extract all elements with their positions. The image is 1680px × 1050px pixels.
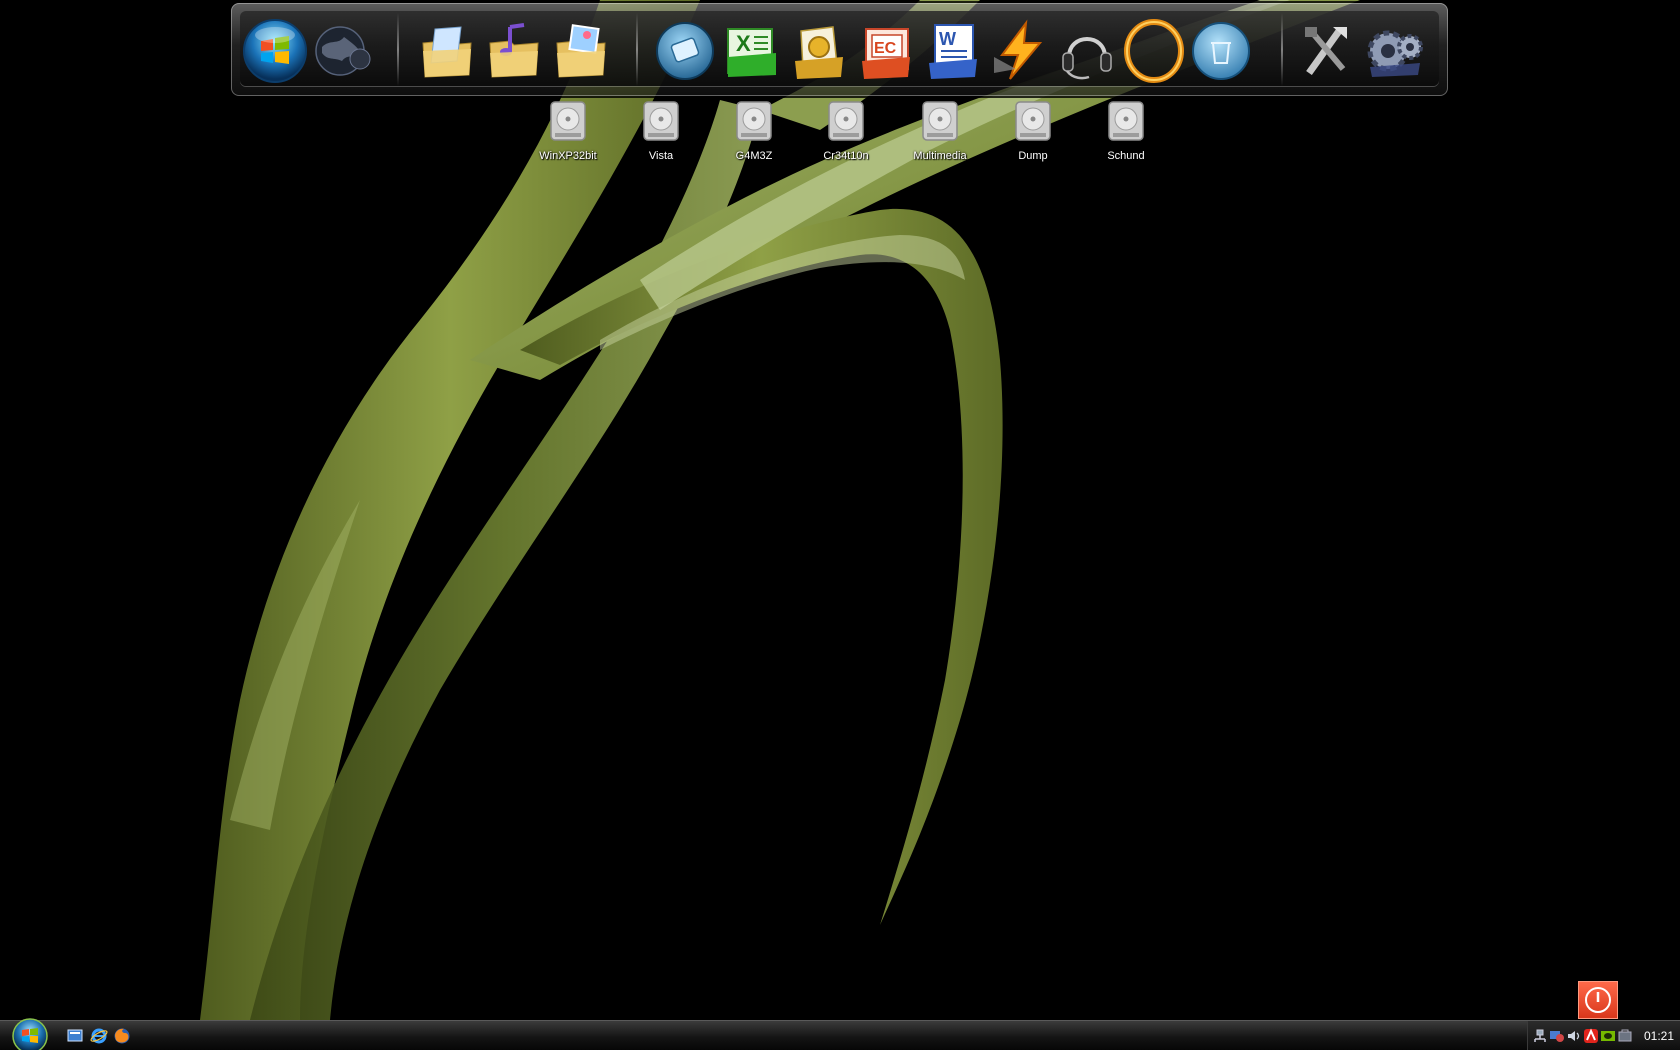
powerpoint-icon: EC	[862, 28, 910, 79]
drive-icon-schund[interactable]: Schund	[1081, 100, 1171, 170]
winamp-dock-item[interactable]	[986, 17, 1054, 85]
drive-label: Cr34t10n	[823, 150, 869, 162]
taskbar: 01:21	[0, 1017, 1680, 1050]
quick-launch-show-desktop[interactable]	[66, 1027, 84, 1045]
hard-drive-icon	[736, 101, 772, 141]
drive-label: WinXP32bit	[539, 150, 597, 162]
safely-remove-icon	[1618, 1029, 1632, 1042]
tray-messenger[interactable]	[1549, 1028, 1565, 1044]
svg-text:W: W	[939, 29, 956, 49]
power-icon	[1585, 987, 1611, 1013]
windows-orb-icon	[243, 19, 307, 83]
drive-label: Vista	[648, 150, 674, 162]
word-dock-item[interactable]: W	[919, 17, 987, 85]
internet-explorer-icon	[90, 1028, 108, 1044]
shutdown-button[interactable]	[1578, 981, 1618, 1019]
tray-safely-remove[interactable]	[1617, 1028, 1633, 1044]
drive-label: Schund	[1107, 150, 1145, 162]
hard-drive-icon	[643, 101, 679, 141]
word-icon: W	[929, 24, 977, 79]
pictures-folder-icon	[556, 24, 606, 78]
voice-chat-dock-item[interactable]	[1053, 17, 1121, 85]
music-dock-item[interactable]	[480, 17, 548, 85]
media-player-dock-item[interactable]	[651, 17, 719, 85]
nvidia-icon	[1601, 1031, 1615, 1041]
drive-icon-multimedia[interactable]: Multimedia	[895, 100, 985, 170]
gears-icon	[1367, 30, 1423, 77]
excel-dock-item[interactable]: X	[718, 17, 786, 85]
tray-audio[interactable]	[1566, 1028, 1582, 1044]
settings-dock-item[interactable]	[1360, 17, 1428, 85]
desktop: X EC W WinXP32bit Vista G4M3Z Cr34t10n M…	[0, 0, 1680, 1050]
system-tray: 01:21	[1527, 1021, 1680, 1050]
hard-drive-icon	[1015, 101, 1051, 141]
hard-drive-icon	[550, 101, 586, 141]
outlook-icon	[795, 26, 843, 79]
drive-icon-cr34t10n[interactable]: Cr34t10n	[801, 100, 891, 170]
dock-separator	[397, 13, 399, 86]
recycle-bin-dock-item[interactable]	[1187, 17, 1255, 85]
pictures-dock-item[interactable]	[547, 17, 615, 85]
hard-drive-icon	[922, 101, 958, 141]
avira-icon	[1584, 1028, 1598, 1043]
svg-text:X: X	[736, 31, 751, 56]
drive-label: G4M3Z	[735, 150, 773, 162]
quick-launch-firefox[interactable]	[113, 1027, 131, 1045]
drive-icon-g4m3z[interactable]: G4M3Z	[709, 100, 799, 170]
firefox-icon	[114, 1028, 130, 1044]
ring-dock-item[interactable]	[1120, 17, 1188, 85]
drive-label: Dump	[1018, 150, 1048, 162]
tray-avira[interactable]	[1583, 1028, 1599, 1044]
recycle-bin-icon	[1192, 22, 1250, 80]
powerpoint-dock-item[interactable]: EC	[852, 17, 920, 85]
tray-network[interactable]	[1532, 1028, 1548, 1044]
quick-launch-internet-explorer[interactable]	[90, 1027, 108, 1045]
network-dock-item[interactable]	[308, 17, 376, 85]
hard-drive-icon	[828, 101, 864, 141]
messenger-icon	[1550, 1031, 1564, 1042]
documents-dock-item[interactable]	[413, 17, 481, 85]
globe-icon	[315, 26, 371, 76]
clock[interactable]: 01:21	[1644, 1029, 1674, 1043]
windows-start-orb-icon	[12, 1018, 48, 1050]
headset-icon	[1062, 37, 1112, 80]
drive-label: Multimedia	[913, 150, 967, 162]
tray-nvidia[interactable]	[1600, 1028, 1616, 1044]
svg-text:EC: EC	[874, 40, 897, 57]
outlook-dock-item[interactable]	[785, 17, 853, 85]
drive-icon-winxp32bit[interactable]: WinXP32bit	[523, 100, 613, 170]
dock-separator	[636, 13, 638, 86]
drive-icon-dump[interactable]: Dump	[988, 100, 1078, 170]
dock: X EC W	[231, 3, 1448, 96]
show-desktop-icon	[67, 1029, 83, 1042]
music-folder-icon	[489, 23, 539, 78]
start-orb-dock-item[interactable]	[241, 17, 309, 85]
hard-drive-icon	[1108, 101, 1144, 141]
tools-dock-item[interactable]	[1293, 17, 1361, 85]
gold-ring-icon	[1124, 19, 1184, 83]
start-button[interactable]	[11, 1017, 49, 1050]
dock-separator	[1281, 13, 1283, 86]
documents-folder-icon	[422, 26, 472, 78]
excel-icon: X	[727, 28, 776, 77]
tools-icon	[1305, 27, 1347, 76]
network-icon	[1534, 1029, 1546, 1042]
winamp-icon	[994, 19, 1043, 80]
media-player-icon	[656, 22, 714, 80]
drive-icon-vista[interactable]: Vista	[616, 100, 706, 170]
audio-icon	[1568, 1031, 1580, 1041]
